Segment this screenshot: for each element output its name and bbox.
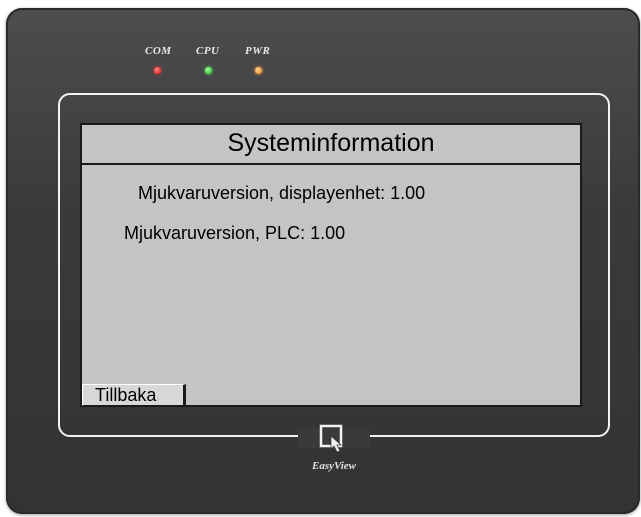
- page-title: Systeminformation: [227, 129, 435, 157]
- back-button[interactable]: Tillbaka: [82, 384, 186, 406]
- led-label-com: COM: [145, 45, 172, 57]
- com-led-icon: [154, 67, 161, 74]
- cpu-led-icon: [205, 67, 212, 74]
- pwr-led-icon: [255, 67, 262, 74]
- brand-logo-text: EasyView: [311, 460, 356, 472]
- led-label-cpu: CPU: [196, 45, 220, 57]
- screen-header: Systeminformation: [82, 125, 580, 165]
- plc-software-version: Mjukvaruversion, PLC: 1.00: [124, 223, 346, 243]
- led-label-pwr: PWR: [245, 45, 271, 57]
- display-software-version: Mjukvaruversion, displayenhet: 1.00: [138, 183, 426, 203]
- hmi-screen: Systeminformation Mjukvaruversion, displ…: [80, 123, 582, 407]
- touch-hand-icon: [319, 424, 343, 453]
